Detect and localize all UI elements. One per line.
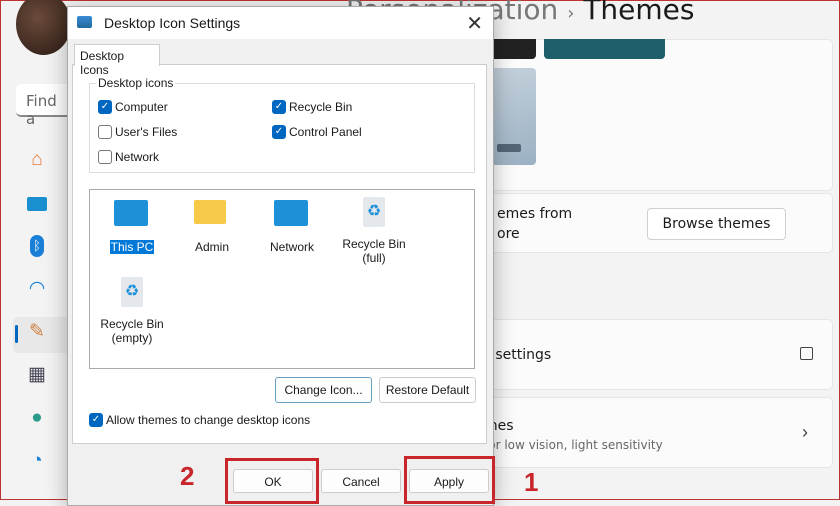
checkbox-label: Allow themes to change desktop icons <box>106 413 311 427</box>
step-2-label: 2 <box>180 461 195 491</box>
desktop-icon-settings-dialog: Desktop Icon Settings ✕ Desktop Icons De… <box>67 6 494 506</box>
avatar <box>16 0 71 55</box>
contrast-themes-subtitle: for low vision, light sensitivity <box>484 438 663 452</box>
computer-checkbox[interactable]: ✓ Computer <box>98 100 168 114</box>
checkbox-label: Control Panel <box>289 125 362 139</box>
close-icon[interactable]: ✕ <box>466 11 483 36</box>
icon-list: This PC Admin Network ♻ Recycle Bin (full… <box>89 189 475 369</box>
store-text: emes from <box>497 206 573 222</box>
group-label: Desktop icons <box>96 76 176 90</box>
check-icon: ✓ <box>89 413 103 427</box>
dialog-title-bar: Desktop Icon Settings ✕ <box>68 7 493 39</box>
external-link-icon <box>800 347 813 360</box>
checkbox-label: Recycle Bin <box>289 100 353 114</box>
change-icon-button[interactable]: Change Icon... <box>275 377 372 403</box>
accounts-icon[interactable]: ● <box>25 406 49 430</box>
icon-admin[interactable]: Admin <box>172 194 252 254</box>
breadcrumb-separator: › <box>567 3 575 24</box>
icon-this-pc[interactable]: This PC <box>92 194 172 254</box>
computer-icon <box>114 200 150 236</box>
icon-label: This PC <box>109 240 155 254</box>
cancel-button[interactable]: Cancel <box>321 469 401 493</box>
chevron-right-icon: › <box>802 422 808 442</box>
personalization-icon[interactable]: ✎ <box>25 320 49 344</box>
apply-highlight-box <box>404 456 495 504</box>
home-icon[interactable]: ⌂ <box>25 148 49 172</box>
restore-default-button[interactable]: Restore Default <box>379 377 476 403</box>
browse-themes-button[interactable]: Browse themes <box>647 208 786 240</box>
checkbox-label: User's Files <box>115 125 178 139</box>
desktop-icon-settings-card[interactable]: n settings <box>471 319 833 390</box>
time-icon[interactable]: ◔ <box>25 449 49 473</box>
dialog-app-icon <box>77 16 92 28</box>
contrast-themes-card[interactable]: mes for low vision, light sensitivity › <box>471 397 833 468</box>
apps-icon[interactable]: ▦ <box>25 363 49 387</box>
wifi-icon[interactable]: ◠ <box>25 277 49 301</box>
checkbox-label: Computer <box>115 100 168 114</box>
icon-label: Network <box>269 240 314 254</box>
desktop-icons-group: Desktop icons ✓ Computer User's Files Net… <box>89 76 475 173</box>
icon-label: Recycle Bin (empty) <box>100 317 164 345</box>
recycle-bin-checkbox[interactable]: ✓ Recycle Bin <box>272 100 352 114</box>
network-icon <box>274 200 310 236</box>
folder-icon <box>194 200 230 236</box>
check-icon: ✓ <box>272 100 286 114</box>
checkbox-box <box>98 150 112 164</box>
ok-highlight-box <box>225 458 319 504</box>
get-more-themes-card: emes from ore Browse themes <box>471 193 833 253</box>
tab-desktop-icons[interactable]: Desktop Icons <box>74 44 160 77</box>
dialog-title: Desktop Icon Settings <box>104 15 241 31</box>
recycle-bin-icon: ♻ <box>356 197 392 233</box>
icon-recycle-bin-empty[interactable]: ♻ Recycle Bin (empty) <box>92 274 172 345</box>
users-files-checkbox[interactable]: User's Files <box>98 125 177 139</box>
step-1-label: 1 <box>524 467 539 497</box>
system-icon[interactable] <box>25 192 49 216</box>
recycle-bin-icon: ♻ <box>114 277 150 313</box>
icon-label: Recycle Bin (full) <box>342 237 406 265</box>
bluetooth-icon[interactable]: ᛒ <box>25 234 49 258</box>
allow-themes-checkbox[interactable]: ✓ Allow themes to change desktop icons <box>89 413 310 427</box>
tab-panel: Desktop icons ✓ Computer User's Files Net… <box>72 64 487 444</box>
icon-label: Admin <box>194 240 229 254</box>
icon-network[interactable]: Network <box>252 194 332 254</box>
nav-selected-indicator <box>15 325 18 343</box>
breadcrumb-current: Themes <box>583 0 695 26</box>
icon-recycle-bin-full[interactable]: ♻ Recycle Bin (full) <box>334 194 414 265</box>
checkbox-label: Network <box>115 150 160 164</box>
network-checkbox[interactable]: Network <box>98 150 159 164</box>
theme-thumbnail[interactable] <box>544 39 665 59</box>
checkbox-box <box>98 125 112 139</box>
check-icon: ✓ <box>272 125 286 139</box>
store-text: ore <box>497 226 520 242</box>
control-panel-checkbox[interactable]: ✓ Control Panel <box>272 125 362 139</box>
check-icon: ✓ <box>98 100 112 114</box>
